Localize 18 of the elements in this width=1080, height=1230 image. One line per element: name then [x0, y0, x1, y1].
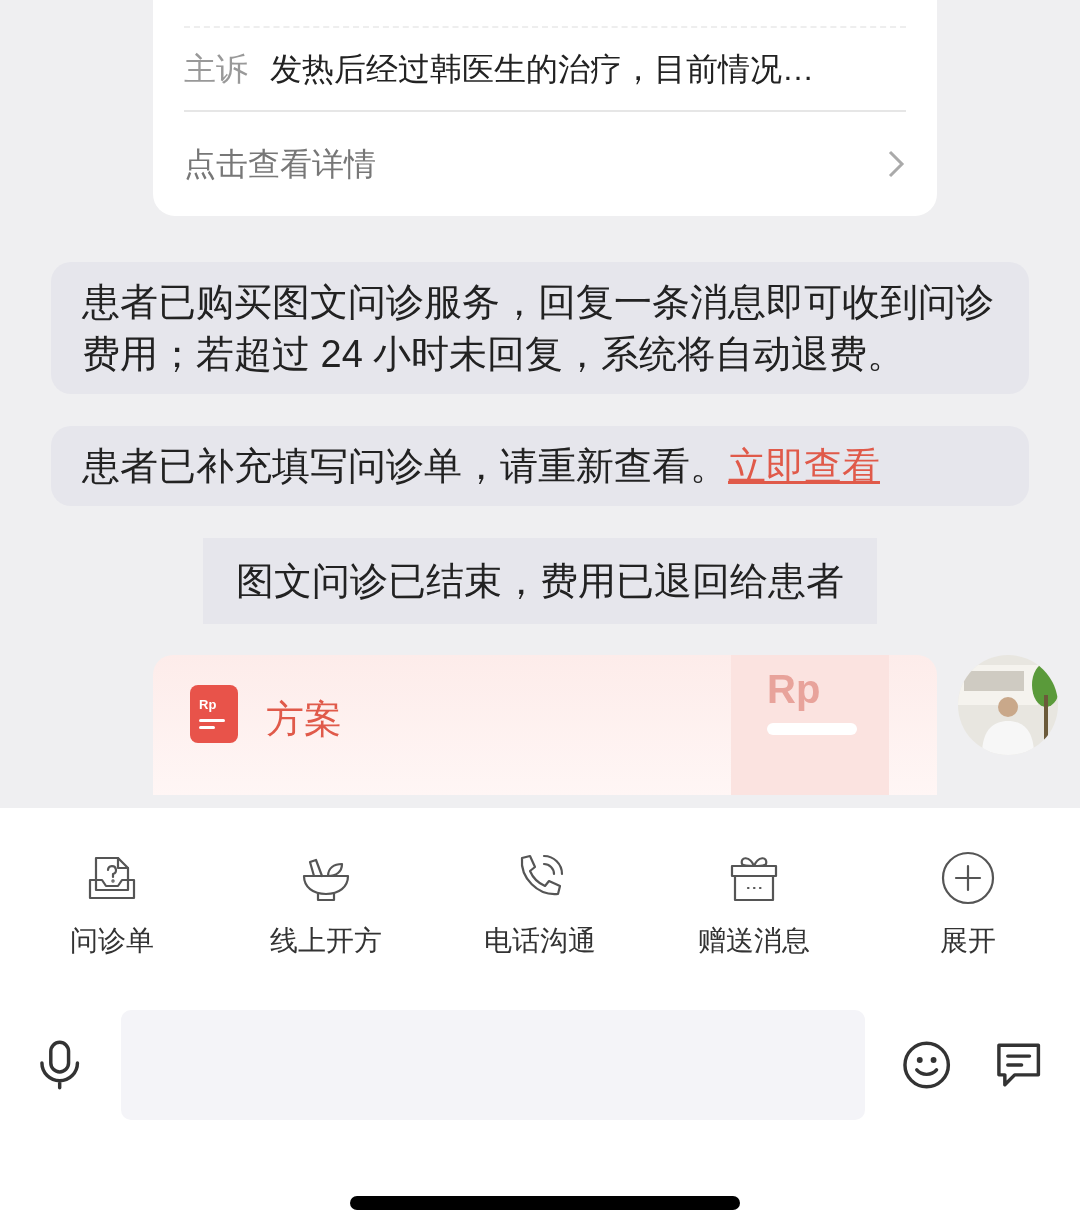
toolbar-button[interactable]: 赠送消息: [694, 850, 814, 962]
field-value: 发热后经过韩医生的治疗，目前情况…: [270, 50, 814, 89]
toolbar-button[interactable]: 展开: [908, 850, 1028, 962]
chevron-right-icon: [886, 148, 906, 180]
system-notice: 患者已购买图文问诊服务，回复一条消息即可收到问诊费用；若超过 24 小时未回复，系统将自动退费。: [51, 262, 1029, 394]
plan-title: 方案: [266, 697, 342, 742]
emoji-icon[interactable]: [901, 1039, 953, 1091]
prescription-icon: Rp: [190, 685, 238, 743]
toolbar-button[interactable]: 线上开方: [266, 850, 386, 962]
system-notice: 患者已补充填写问诊单，请重新查看。立即查看: [51, 426, 1029, 506]
plan-decoration: Rp: [731, 655, 889, 795]
plus-icon: [940, 850, 996, 906]
detail-link[interactable]: 点击查看详情: [184, 112, 906, 216]
status-notice: 图文问诊已结束，费用已退回给患者: [203, 538, 877, 624]
field-label: 主诉: [184, 50, 248, 89]
toolbar-button[interactable]: 电话沟通: [480, 850, 600, 962]
plan-card[interactable]: Rp 方案 Rp: [153, 655, 937, 795]
toolbar-button[interactable]: 问诊单: [52, 850, 172, 962]
